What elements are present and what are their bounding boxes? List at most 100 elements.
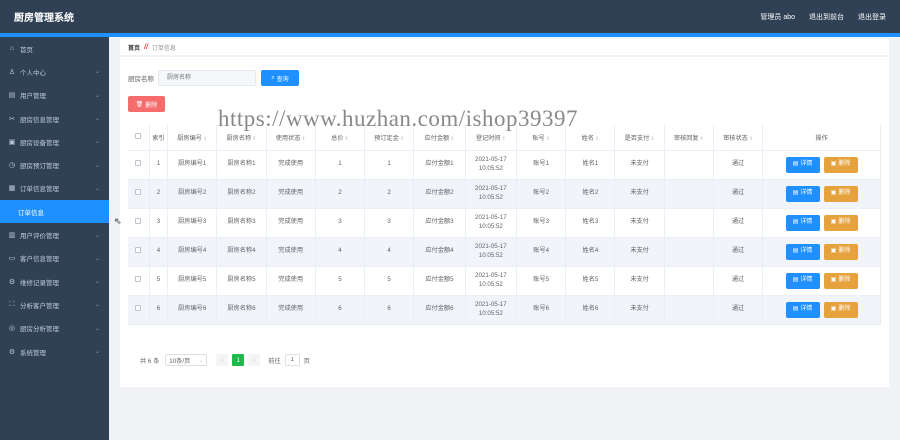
column-header[interactable]: 账号⇕ [516, 125, 567, 151]
sort-icon[interactable]: ⇕ [546, 136, 550, 142]
row-checkbox[interactable] [135, 275, 142, 282]
column-header[interactable]: 厨房名称⇕ [216, 125, 267, 151]
row-checkbox-cell[interactable] [128, 208, 150, 238]
column-header[interactable]: 姓名⇕ [565, 125, 616, 151]
column-header[interactable]: 使用状态⇕ [266, 125, 316, 151]
table-cell: 姓名5 [565, 266, 616, 296]
sidebar-item-9[interactable]: ▭ 客户信息管理 ⌄ [0, 247, 109, 270]
table-cell: 3 [364, 208, 415, 238]
delete-button-label: 删除 [838, 248, 851, 255]
detail-button[interactable]: ▤ 详情 [785, 301, 820, 318]
table-row[interactable]: 5 厨房编号5 厨房名称5 完成使用 5 5 应付金额5 2021-05-17 10:05:52… [128, 266, 881, 296]
table-cell: 2021-05-17 10:05:52 [465, 266, 518, 296]
sidebar-item-11[interactable]: ⛶ 分析客户管理 ⌄ [0, 293, 109, 316]
detail-button[interactable]: ▤ 详情 [785, 243, 820, 260]
detail-button[interactable]: ▤ 详情 [785, 185, 820, 202]
sidebar-item-12[interactable]: ◎ 厨房分析管理 ⌄ [0, 317, 109, 340]
row-checkbox[interactable] [135, 159, 142, 166]
table-row[interactable]: 3 厨房编号3 厨房名称3 完成使用 3 3 应付金额3 2021-05-17 10:05:52… [128, 208, 881, 238]
sort-icon[interactable]: ⇕ [203, 136, 207, 142]
table-cell: 未支付 [614, 208, 665, 238]
row-checkbox[interactable] [135, 188, 142, 195]
delete-button[interactable]: ▣ 删除 [823, 272, 858, 289]
sidebar-item-13[interactable]: ⚙ 系统管理 ⌄ [0, 340, 109, 363]
detail-button[interactable]: ▤ 详情 [785, 272, 820, 289]
row-checkbox[interactable] [135, 217, 142, 224]
row-checkbox[interactable] [135, 246, 142, 253]
sidebar-item-3[interactable]: ✂ 厨房信息管理 ⌄ [0, 107, 109, 130]
sort-icon[interactable]: ⇕ [749, 136, 753, 142]
detail-button-label: 详情 [800, 277, 813, 284]
row-checkbox-cell[interactable] [128, 150, 150, 180]
column-header-label: 姓名 [581, 134, 594, 142]
sort-icon[interactable]: ⇕ [502, 136, 506, 142]
row-checkbox[interactable] [135, 304, 142, 311]
sidebar-item-8[interactable]: ▥ 用户评价管理 ⌄ [0, 223, 109, 246]
detail-button[interactable]: ▤ 详情 [785, 156, 820, 173]
sidebar-item-7[interactable]: 订单信息 [0, 200, 109, 224]
sidebar-item-0[interactable]: ⌂ 首页 [0, 37, 109, 60]
column-header[interactable]: 预订定金⇕ [364, 125, 415, 151]
column-header[interactable]: 审核状态⇕ [713, 125, 764, 151]
delete-button[interactable]: ▣ 删除 [823, 185, 858, 202]
row-checkbox-cell[interactable] [128, 237, 150, 267]
table-cell: 6 [364, 295, 415, 325]
sort-icon[interactable]: ⇕ [400, 136, 404, 142]
sort-icon[interactable]: ⇕ [650, 136, 654, 142]
logout-link[interactable]: 退出登录 [858, 12, 886, 22]
sidebar-item-6[interactable]: ▦ 订单信息管理 ⌄ [0, 177, 109, 200]
trash-icon: ▣ [830, 161, 837, 168]
column-header[interactable]: 审核回复⇕ [664, 125, 714, 151]
select-all-checkbox[interactable] [135, 133, 142, 140]
goto-prefix: 前往 [268, 357, 281, 365]
column-header-label: 审核状态 [723, 134, 748, 142]
sort-icon[interactable]: ⇕ [700, 136, 704, 142]
column-header[interactable]: 厨房编号⇕ [167, 125, 218, 151]
sort-icon[interactable]: ⇕ [595, 136, 599, 142]
sort-icon[interactable]: ⇕ [301, 136, 305, 142]
column-header[interactable]: 登记时间⇕ [465, 125, 518, 151]
sidebar-item-1[interactable]: ♙ 个人中心 ⌄ [0, 60, 109, 83]
sidebar-item-10[interactable]: ⚙ 维修记录管理 ⌄ [0, 270, 109, 293]
kitchen-name-search-input[interactable] [158, 70, 256, 86]
delete-button[interactable]: ▣ 删除 [823, 301, 858, 318]
sort-icon[interactable]: ⇕ [345, 136, 349, 142]
column-header[interactable]: 是否支付⇕ [614, 125, 665, 151]
sidebar-item-5[interactable]: ◷ 厨房预订管理 ⌄ [0, 153, 109, 176]
row-checkbox-cell[interactable] [128, 266, 150, 296]
table-cell: 未支付 [614, 237, 665, 267]
column-header[interactable]: 总价⇕ [315, 125, 366, 151]
next-page-button[interactable]: › [248, 354, 261, 366]
page-size-select[interactable]: 10条/页 ⌄ [165, 354, 208, 366]
goto-page-input[interactable] [284, 354, 300, 366]
column-header[interactable]: 应付金额⇕ [413, 125, 466, 151]
delete-button[interactable]: ▣ 删除 [823, 214, 858, 231]
detail-button-label: 详情 [800, 248, 813, 255]
sort-icon[interactable]: ⇕ [450, 136, 454, 142]
select-all-checkbox-cell[interactable] [128, 125, 150, 151]
sort-icon[interactable]: ⇕ [252, 136, 256, 142]
table-row[interactable]: 1 厨房编号1 厨房名称1 完成使用 1 1 应付金额1 2021-05-17 10:05:52… [128, 150, 881, 180]
table-cell: 通过 [713, 237, 764, 267]
breadcrumb-home[interactable]: 首页 [128, 43, 140, 52]
row-checkbox-cell[interactable] [128, 295, 150, 325]
trash-icon: ▣ [830, 248, 837, 255]
delete-button[interactable]: ▣ 删除 [823, 156, 858, 173]
chevron-down-icon: ⌄ [94, 325, 100, 332]
delete-button[interactable]: ▣ 删除 [823, 243, 858, 260]
table-row[interactable]: 2 厨房编号2 厨房名称2 完成使用 2 2 应付金额2 2021-05-17 10:05:52… [128, 179, 881, 209]
detail-button[interactable]: ▤ 详情 [785, 214, 820, 231]
page-number-current[interactable]: 1 [232, 354, 245, 366]
sidebar-item-label: 用户评价管理 [20, 233, 59, 241]
batch-delete-button[interactable]: 🗑 删除 [128, 96, 165, 112]
query-button[interactable]: ⌕ 查询 [261, 70, 299, 86]
back-to-front-link[interactable]: 退出到前台 [809, 12, 844, 22]
table-cell: 通过 [713, 150, 764, 180]
breadcrumb-separator-icon: // [144, 43, 148, 51]
sidebar-item-4[interactable]: ▣ 厨房设备管理 ⌄ [0, 130, 109, 153]
sidebar-item-2[interactable]: ▤ 用户管理 ⌄ [0, 84, 109, 107]
table-row[interactable]: 4 厨房编号4 厨房名称4 完成使用 4 4 应付金额4 2021-05-17 10:05:52… [128, 237, 881, 267]
row-checkbox-cell[interactable] [128, 179, 150, 209]
prev-page-button[interactable]: ‹ [216, 354, 229, 366]
table-row[interactable]: 6 厨房编号6 厨房名称6 完成使用 6 6 应付金额6 2021-05-17 10:05:52… [128, 295, 881, 325]
